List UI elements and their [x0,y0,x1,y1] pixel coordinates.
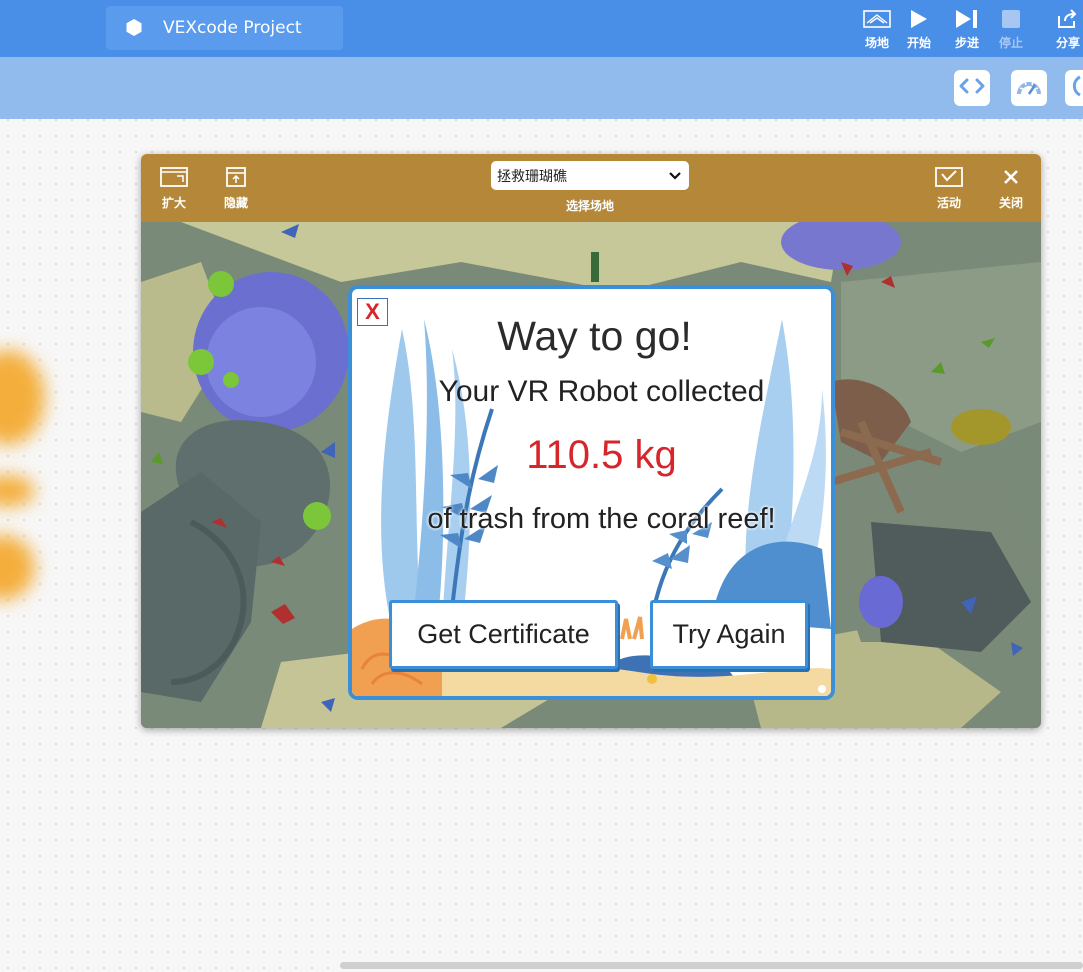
trash-amount: 110.5 kg [526,433,677,477]
playground-toolbar: 扩大 隐藏 拯救珊瑚礁 选择场地 活动 关闭 [141,154,1041,222]
expand-icon [149,164,199,190]
expand-button-label: 扩大 [161,196,186,210]
activity-button[interactable]: 活动 [924,164,974,211]
share-icon [1048,6,1083,32]
secondary-toolbar [0,57,1083,119]
coral-reef-text: of trash from the coral reef! [427,503,776,535]
close-playground-button[interactable]: 关闭 [986,164,1036,211]
stop-button-label: 停止 [998,36,1023,50]
result-dialog: X Way to go! Your VR Robot collected 110… [348,285,835,700]
stop-icon [989,6,1033,32]
step-button-label: 步进 [954,36,979,50]
code-view-button[interactable] [954,70,990,106]
playground-select[interactable]: 拯救珊瑚礁 [491,161,689,190]
collected-text: Your VR Robot collected [438,375,765,408]
playground-button[interactable]: 场地 [855,6,899,52]
start-button-label: 开始 [906,36,931,50]
expand-button[interactable]: 扩大 [149,164,199,211]
blurred-block-shape [0,475,35,507]
try-again-button[interactable]: Try Again [650,600,808,669]
step-icon [945,6,989,32]
hide-button-label: 隐藏 [223,196,248,210]
help-icon [1069,75,1083,102]
stop-button[interactable]: 停止 [989,6,1033,52]
blurred-block-shape [0,535,35,600]
share-button[interactable]: 分享 [1048,6,1083,52]
dashboard-icon [1015,76,1043,101]
activity-button-label: 活动 [936,196,961,210]
close-playground-label: 关闭 [998,196,1023,210]
playground-icon [855,6,899,32]
share-button-label: 分享 [1056,36,1081,50]
activity-icon [924,164,974,190]
dashboard-button[interactable] [1011,70,1047,106]
project-hexagon-icon [126,19,142,41]
playground-button-label: 场地 [864,36,889,50]
blurred-block-shape [0,350,45,445]
hide-icon [211,164,261,190]
code-view-icon [959,78,985,99]
help-button[interactable] [1065,70,1083,106]
get-certificate-button[interactable]: Get Certificate [389,600,618,669]
start-button[interactable]: 开始 [897,6,941,52]
project-title: VEXcode Project [163,18,302,38]
horizontal-scrollbar[interactable] [340,962,1083,969]
dialog-title: Way to go! [497,313,692,359]
select-playground-caption: 选择场地 [565,199,614,213]
close-icon [986,164,1036,190]
project-title-pill[interactable]: VEXcode Project [106,6,343,50]
step-button[interactable]: 步进 [945,6,989,52]
play-icon [897,6,941,32]
chevron-down-icon [669,169,681,185]
top-toolbar: VEXcode Project 场地 开始 步进 停止 分享 [0,0,1083,57]
hide-button[interactable]: 隐藏 [211,164,261,211]
playground-select-value: 拯救珊瑚礁 [497,168,567,185]
